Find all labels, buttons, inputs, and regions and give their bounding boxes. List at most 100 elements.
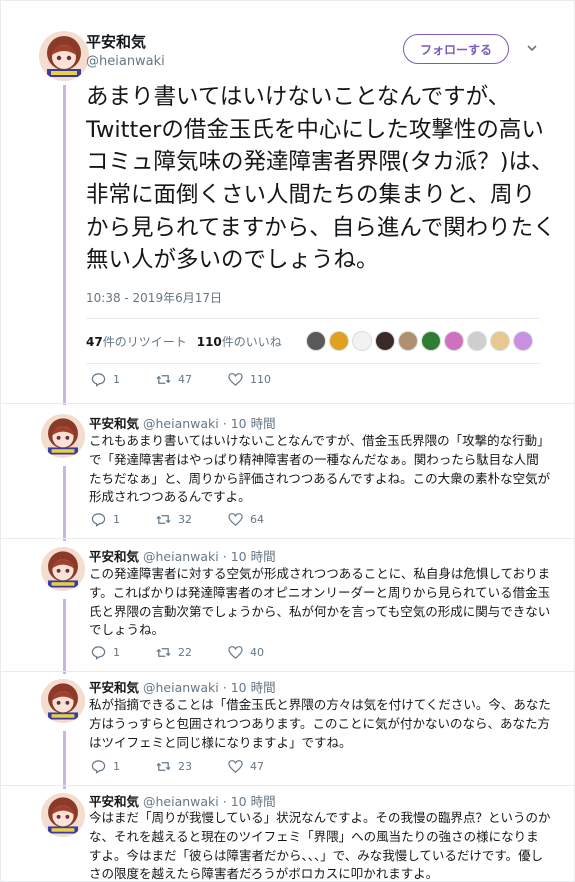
heart-icon bbox=[228, 373, 243, 386]
avatar[interactable] bbox=[41, 414, 85, 458]
separator-dot: · bbox=[222, 680, 227, 695]
liker-avatar-10[interactable] bbox=[512, 331, 533, 351]
retweet-count: 47 bbox=[178, 373, 192, 386]
author-handle[interactable]: @heianwaki bbox=[86, 54, 165, 69]
reply-author-name[interactable]: 平安和気 bbox=[89, 794, 139, 809]
reply-time[interactable]: 10 時間 bbox=[231, 416, 276, 431]
retweet-action[interactable]: 47 bbox=[156, 372, 192, 387]
like-count: 64 bbox=[250, 513, 264, 526]
reply-author-handle[interactable]: @heianwaki bbox=[143, 549, 219, 564]
retweet-count: 47 bbox=[86, 334, 103, 349]
liker-avatar-2[interactable] bbox=[328, 331, 349, 351]
reply-author-handle[interactable]: @heianwaki bbox=[143, 680, 219, 695]
reply-actions: 1 23 47 bbox=[91, 759, 300, 774]
like-label: 件のいいね bbox=[221, 334, 282, 349]
reply-action[interactable]: 1 bbox=[91, 759, 120, 774]
reply-author-handle[interactable]: @heianwaki bbox=[143, 794, 219, 809]
reply-author-name[interactable]: 平安和気 bbox=[89, 549, 139, 564]
divider bbox=[1, 403, 575, 404]
like-action[interactable]: 110 bbox=[228, 372, 271, 387]
reply-author-name[interactable]: 平安和気 bbox=[89, 416, 139, 431]
retweet-icon bbox=[156, 375, 171, 384]
reply-text: 私が指摘できることは「借金玉氏と界隈の方々は気を付けてください。今、あなた方はう… bbox=[89, 697, 551, 750]
liker-avatars bbox=[305, 331, 536, 351]
avatar[interactable] bbox=[41, 679, 85, 723]
reply-icon bbox=[91, 646, 106, 660]
retweet-action[interactable]: 23 bbox=[156, 759, 192, 774]
like-stat[interactable]: 110件のいいね bbox=[197, 333, 282, 350]
retweet-icon bbox=[156, 648, 171, 657]
liker-avatar-5[interactable] bbox=[397, 331, 418, 351]
reply-text: これもあまり書いてはいけないことなんですが、借金玉氏界隈の「攻撃的な行動」で「発… bbox=[89, 433, 551, 505]
avatar[interactable] bbox=[41, 547, 85, 591]
tweet-timestamp[interactable]: 10:38 - 2019年6月17日 bbox=[86, 289, 222, 306]
tweet-thread: 平安和気 @heianwaki フォローする あまり書いてはいけないことなんです… bbox=[0, 0, 575, 882]
divider bbox=[1, 538, 575, 539]
like-count: 40 bbox=[250, 646, 264, 659]
tweet-text: あまり書いてはいけないことなんですが、Twitterの借金玉氏を中心にした攻撃性… bbox=[86, 84, 556, 274]
reply-header: 平安和気 @heianwaki · 10 時間 bbox=[89, 546, 276, 565]
reply-action[interactable]: 1 bbox=[91, 645, 120, 660]
like-action[interactable]: 40 bbox=[228, 645, 264, 660]
reply-author-handle[interactable]: @heianwaki bbox=[143, 416, 219, 431]
reply-time[interactable]: 10 時間 bbox=[231, 794, 276, 809]
like-count: 110 bbox=[250, 373, 271, 386]
chevron-down-icon[interactable] bbox=[525, 41, 539, 55]
reply-action[interactable]: 1 bbox=[91, 512, 120, 527]
retweet-action[interactable]: 32 bbox=[156, 512, 192, 527]
main-author[interactable]: 平安和気 @heianwaki bbox=[86, 31, 165, 69]
divider bbox=[1, 785, 575, 786]
retweet-count: 32 bbox=[178, 513, 192, 526]
reply-count: 1 bbox=[113, 513, 120, 526]
separator-dot: · bbox=[222, 416, 227, 431]
reply-icon bbox=[91, 760, 106, 774]
reply-time[interactable]: 10 時間 bbox=[231, 549, 276, 564]
retweet-icon bbox=[156, 515, 171, 524]
reply-text: 今はまだ「周りが我慢している」状況なんですよ。その我慢の臨界点？というのかな、そ… bbox=[89, 810, 551, 882]
reply-count: 1 bbox=[113, 373, 120, 386]
like-action[interactable]: 47 bbox=[228, 759, 264, 774]
reply-icon bbox=[91, 373, 106, 387]
separator-dot: · bbox=[222, 549, 227, 564]
tweet-stats: 47件のリツイート 110件のいいね bbox=[86, 318, 540, 364]
author-name[interactable]: 平安和気 bbox=[86, 31, 165, 52]
like-count: 110 bbox=[196, 334, 222, 349]
reply-actions: 1 32 64 bbox=[91, 512, 300, 527]
thread-line bbox=[63, 731, 66, 789]
retweet-count: 22 bbox=[178, 646, 192, 659]
heart-icon bbox=[228, 646, 243, 659]
thread-line bbox=[63, 466, 66, 541]
reply-header: 平安和気 @heianwaki · 10 時間 bbox=[89, 791, 276, 810]
reply-actions: 1 22 40 bbox=[91, 645, 300, 660]
avatar[interactable] bbox=[39, 31, 89, 81]
reply-count: 1 bbox=[113, 760, 120, 773]
liker-avatar-3[interactable] bbox=[351, 331, 372, 351]
follow-button[interactable]: フォローする bbox=[403, 34, 509, 64]
retweet-icon bbox=[156, 762, 171, 771]
liker-avatar-8[interactable] bbox=[466, 331, 487, 351]
heart-icon bbox=[228, 513, 243, 526]
thread-line bbox=[63, 599, 66, 674]
liker-avatar-6[interactable] bbox=[420, 331, 441, 351]
reply-time[interactable]: 10 時間 bbox=[231, 680, 276, 695]
retweet-count: 23 bbox=[178, 760, 192, 773]
reply-header: 平安和気 @heianwaki · 10 時間 bbox=[89, 677, 276, 696]
liker-avatar-7[interactable] bbox=[443, 331, 464, 351]
liker-avatar-4[interactable] bbox=[374, 331, 395, 351]
like-count: 47 bbox=[250, 760, 264, 773]
avatar[interactable] bbox=[41, 793, 85, 837]
reply-header: 平安和気 @heianwaki · 10 時間 bbox=[89, 413, 276, 432]
retweet-label: 件のリツイート bbox=[102, 334, 187, 349]
retweet-stat[interactable]: 47件のリツイート bbox=[86, 333, 187, 350]
retweet-action[interactable]: 22 bbox=[156, 645, 192, 660]
reply-text: この発達障害者に対する空気が形成されつつあることに、私自身は危惧しております。こ… bbox=[89, 566, 551, 638]
liker-avatar-1[interactable] bbox=[305, 331, 326, 351]
reply-action[interactable]: 1 bbox=[91, 372, 120, 387]
liker-avatar-9[interactable] bbox=[489, 331, 510, 351]
tweet-actions: 1 47 110 bbox=[91, 372, 307, 387]
reply-icon bbox=[91, 513, 106, 527]
like-action[interactable]: 64 bbox=[228, 512, 264, 527]
divider bbox=[1, 671, 575, 672]
reply-author-name[interactable]: 平安和気 bbox=[89, 680, 139, 695]
reply-count: 1 bbox=[113, 646, 120, 659]
